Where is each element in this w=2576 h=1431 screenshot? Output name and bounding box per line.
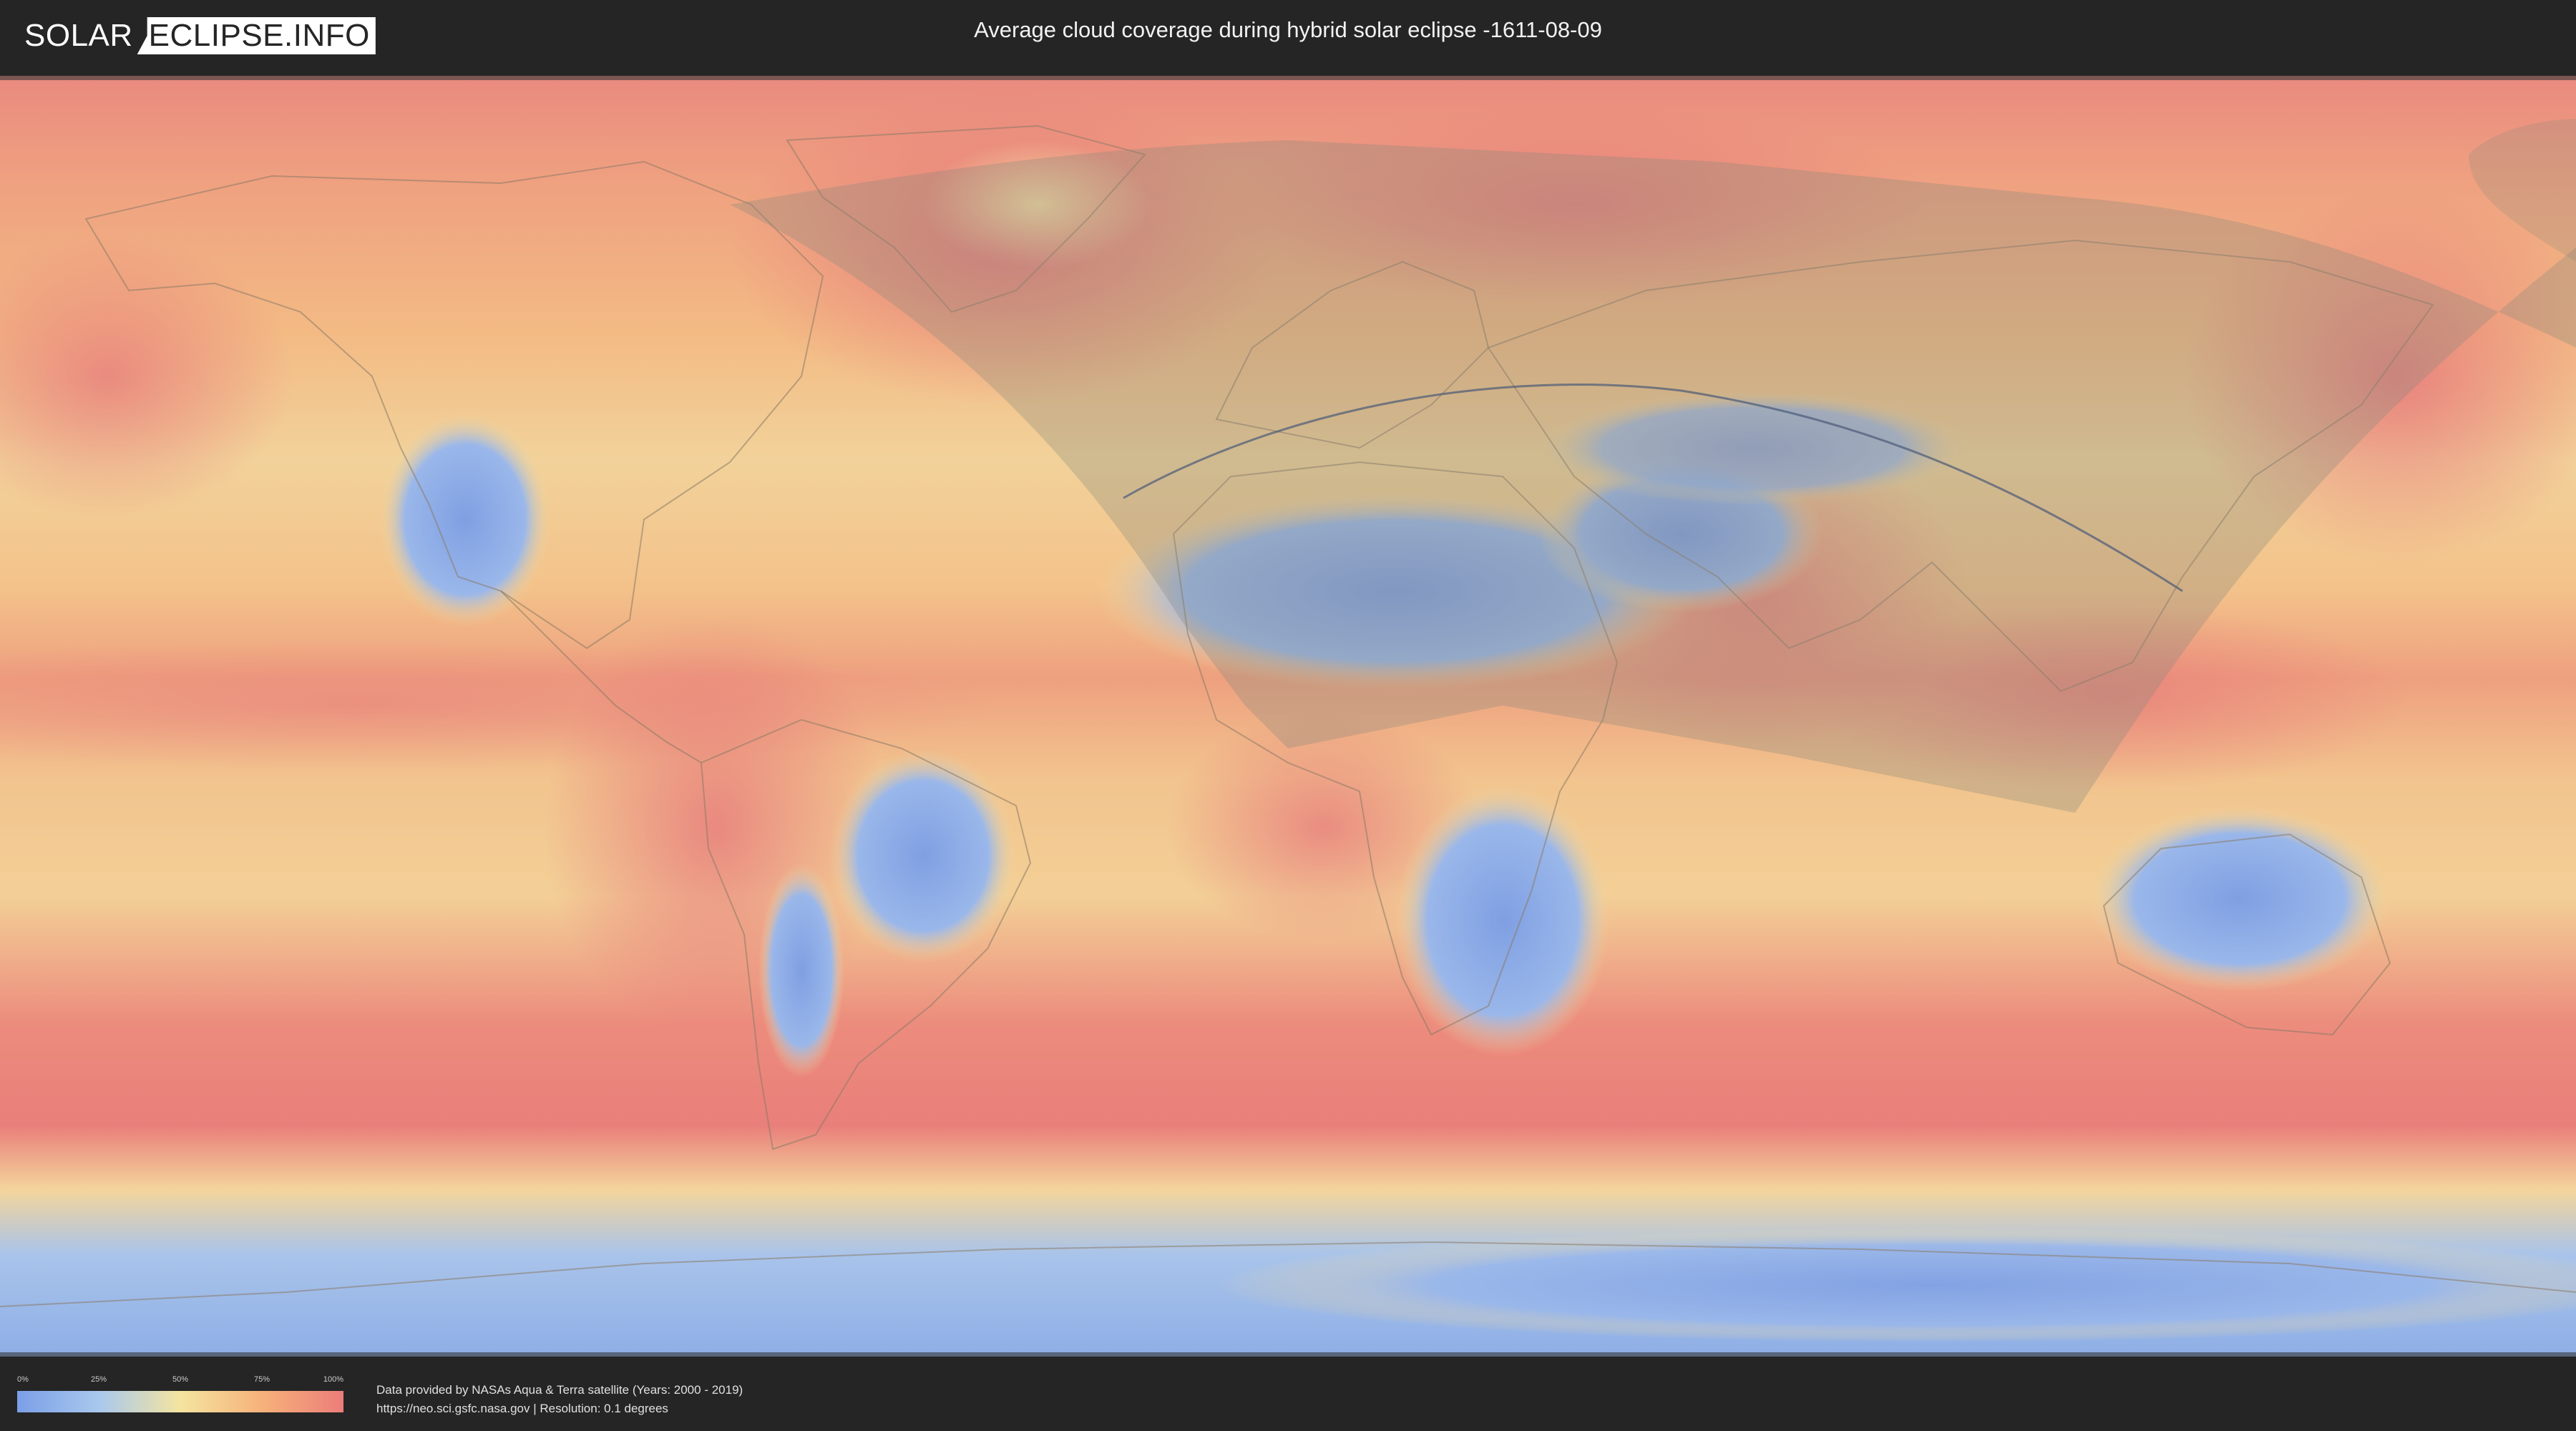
legend-tick: 0%: [17, 1375, 29, 1384]
legend-color-scale: [17, 1391, 343, 1412]
data-credits: Data provided by NASAs Aqua & Terra sate…: [376, 1381, 743, 1418]
cloud-coverage-map[interactable]: [0, 76, 2576, 1357]
header-bar: SOLAR ECLIPSE.INFO Average cloud coverag…: [0, 0, 2576, 74]
legend-tick: 25%: [90, 1375, 107, 1384]
page-title: Average cloud coverage during hybrid sol…: [974, 17, 1602, 42]
legend-tick: 100%: [323, 1375, 343, 1384]
legend-ticks: 0% 25% 50% 75% 100%: [17, 1375, 343, 1385]
cloud-coverage-legend: 0% 25% 50% 75% 100%: [17, 1375, 343, 1412]
footer-bar: 0% 25% 50% 75% 100% Data provided by NAS…: [0, 1359, 2576, 1431]
credit-line-source: Data provided by NASAs Aqua & Terra sate…: [376, 1383, 743, 1397]
legend-tick: 75%: [253, 1375, 270, 1384]
map-canvas: [0, 76, 2576, 1357]
legend-tick: 50%: [172, 1375, 189, 1384]
credit-line-url: https://neo.sci.gsfc.nasa.gov | Resoluti…: [376, 1402, 668, 1415]
